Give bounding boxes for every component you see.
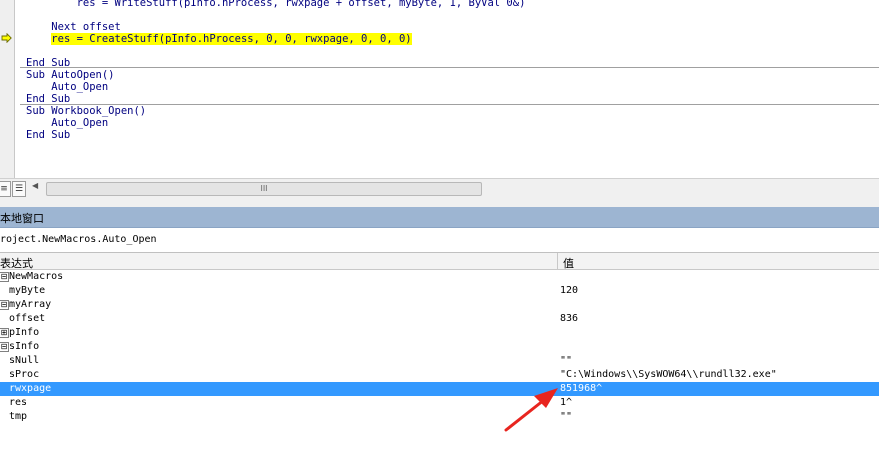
row-value[interactable]: 836 [560, 313, 578, 324]
procedure-separator [20, 104, 879, 105]
locals-row-offset[interactable]: offset 836 [0, 312, 879, 326]
row-name: sProc [9, 369, 40, 380]
locals-window-titlebar[interactable]: 本地窗口 [0, 207, 879, 228]
locals-row-myarray[interactable]: ⊟ myArray [0, 298, 879, 312]
horizontal-scrollbar[interactable]: ≡ ☰ ◀ III [0, 178, 879, 198]
collapse-icon[interactable]: ⊟ [0, 300, 9, 310]
code-line-current[interactable]: res = CreateStuff(pInfo.hProcess, 0, 0, … [26, 33, 412, 45]
collapse-icon[interactable]: ⊟ [0, 272, 9, 282]
row-name: pInfo [9, 327, 40, 338]
scrollbar-thumb[interactable]: III [46, 182, 482, 196]
locals-grid[interactable]: 表达式 值 ⊟ NewMacros myByte 120 ⊟ myArray o… [0, 253, 879, 454]
row-name: myArray [9, 299, 52, 310]
row-value[interactable]: "" [560, 355, 572, 366]
locals-row-sinfo[interactable]: ⊟ sInfo [0, 340, 879, 354]
execution-pointer-icon [1, 33, 12, 43]
code-line[interactable]: Auto_Open [26, 117, 108, 129]
row-value[interactable]: 851968^ [560, 383, 602, 394]
scroll-left-arrow-icon[interactable]: ◀ [32, 181, 38, 190]
row-name: res [9, 397, 28, 408]
locals-row-tmp[interactable]: tmp "" [0, 410, 879, 424]
row-name: tmp [9, 411, 28, 422]
locals-row-pinfo[interactable]: ⊞ pInfo [0, 326, 879, 340]
column-separator[interactable] [557, 253, 558, 269]
locals-row-mybyte[interactable]: myByte 120 [0, 284, 879, 298]
row-value[interactable]: 120 [560, 285, 578, 296]
row-name: sNull [9, 355, 40, 366]
row-name: sInfo [9, 341, 40, 352]
row-name: rwxpage [9, 383, 52, 394]
row-value[interactable]: "C:\Windows\\SysWOW64\\rundll32.exe" [560, 369, 777, 380]
procedure-separator [20, 67, 879, 68]
code-line[interactable]: Sub AutoOpen() [26, 69, 115, 81]
current-statement-highlight[interactable]: res = CreateStuff(pInfo.hProcess, 0, 0, … [51, 33, 412, 45]
locals-row-snull[interactable]: sNull "" [0, 354, 879, 368]
expand-icon[interactable]: ⊞ [0, 328, 9, 338]
row-name: myByte [9, 285, 46, 296]
column-header-value[interactable]: 值 [563, 255, 574, 271]
call-context: roject.NewMacros.Auto_Open [0, 234, 157, 245]
locals-row-rwxpage[interactable]: rwxpage 851968^ [0, 382, 879, 396]
code-line[interactable]: End Sub [26, 129, 70, 141]
locals-context-bar: roject.NewMacros.Auto_Open [0, 228, 879, 253]
grid-header: 表达式 值 [0, 253, 879, 270]
splitter[interactable] [0, 197, 879, 207]
code-line[interactable]: res = WriteStuff(pInfo.hProcess, rwxpage… [26, 0, 526, 9]
code-editor[interactable]: res = WriteStuff(pInfo.hProcess, rwxpage… [0, 0, 879, 178]
procedure-view-icon[interactable]: ≡ [0, 181, 11, 197]
locals-row-newmacros[interactable]: ⊟ NewMacros [0, 270, 879, 284]
code-line[interactable]: Sub Workbook_Open() [26, 105, 146, 117]
full-module-view-icon[interactable]: ☰ [12, 181, 26, 197]
locals-row-sproc[interactable]: sProc "C:\Windows\\SysWOW64\\rundll32.ex… [0, 368, 879, 382]
locals-window-title: 本地窗口 [0, 212, 44, 225]
code-line[interactable]: Next offset [26, 21, 121, 33]
locals-row-res[interactable]: res 1^ [0, 396, 879, 410]
row-name: offset [9, 313, 46, 324]
row-value[interactable]: "" [560, 411, 572, 422]
column-header-expression[interactable]: 表达式 [0, 255, 33, 271]
collapse-icon[interactable]: ⊟ [0, 342, 9, 352]
code-line[interactable]: Auto_Open [26, 81, 108, 93]
row-value[interactable]: 1^ [560, 397, 572, 408]
code-margin[interactable] [0, 0, 15, 178]
row-name: NewMacros [9, 271, 64, 282]
